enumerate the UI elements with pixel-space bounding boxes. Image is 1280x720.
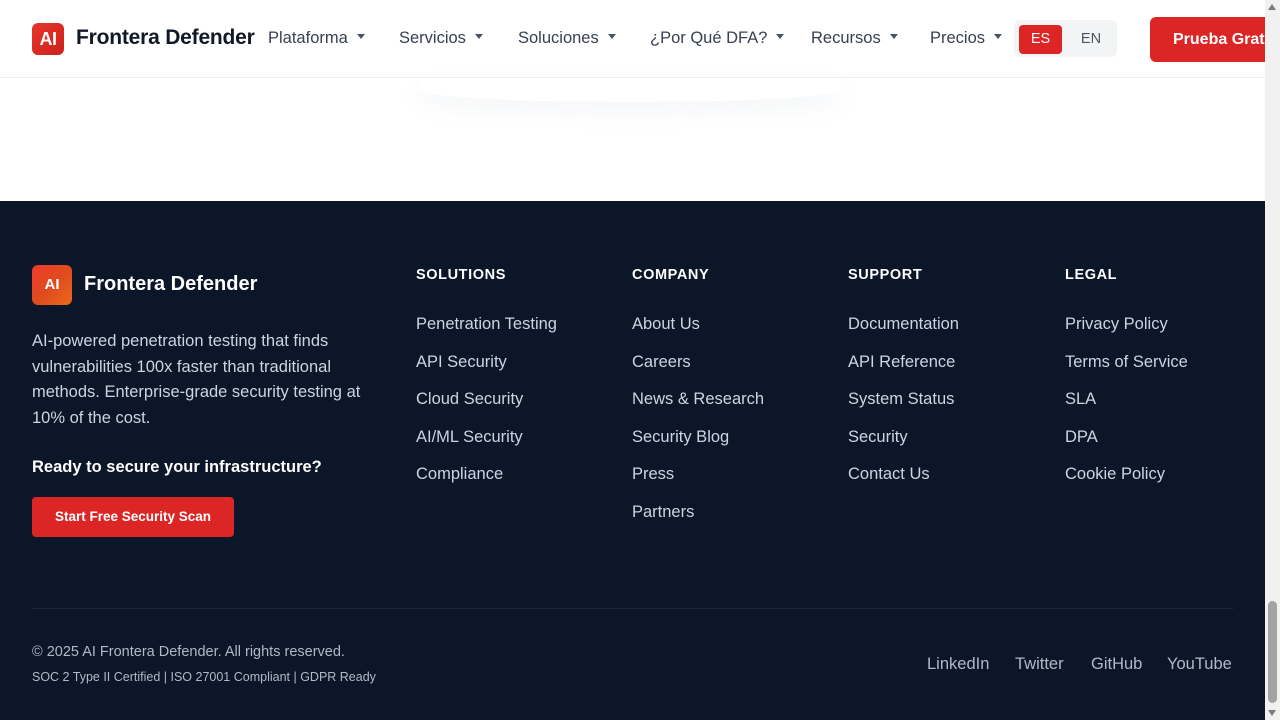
nav-servicios[interactable]: Servicios — [399, 29, 483, 48]
footer-column-solutions: SOLUTIONS Penetration Testing API Securi… — [416, 267, 557, 503]
logo-icon[interactable]: AI — [32, 23, 64, 55]
footer-link-ai-ml-security[interactable]: AI/ML Security — [416, 428, 557, 466]
social-link-twitter[interactable]: Twitter — [1015, 655, 1064, 674]
footer-logo-icon[interactable]: AI — [32, 265, 72, 305]
footer-link-cookie-policy[interactable]: Cookie Policy — [1065, 465, 1188, 503]
nav-label: ¿Por Qué DFA? — [650, 29, 768, 47]
nav-recursos[interactable]: Recursos — [811, 29, 898, 48]
footer-column-legal: LEGAL Privacy Policy Terms of Service SL… — [1065, 267, 1188, 503]
nav-por-que-dfa[interactable]: ¿Por Qué DFA? — [650, 29, 785, 48]
footer-link-about-us[interactable]: About Us — [632, 315, 764, 353]
site-header: AI Frontera Defender Plataforma Servicio… — [0, 0, 1280, 78]
brand-name[interactable]: Frontera Defender — [76, 26, 255, 50]
nav-plataforma[interactable]: Plataforma — [268, 29, 365, 48]
chevron-down-icon — [776, 34, 785, 40]
column-heading: SUPPORT — [848, 267, 923, 283]
chevron-down-icon — [474, 34, 483, 40]
language-switcher: ES EN — [1014, 20, 1117, 57]
social-link-github[interactable]: GitHub — [1091, 655, 1142, 674]
scroll-up-arrow-icon[interactable] — [1268, 4, 1276, 10]
copyright-text: © 2025 AI Frontera Defender. All rights … — [32, 644, 345, 660]
footer-link-careers[interactable]: Careers — [632, 353, 764, 391]
footer-link-compliance[interactable]: Compliance — [416, 465, 557, 503]
footer-link-api-reference[interactable]: API Reference — [848, 353, 959, 391]
footer-link-penetration-testing[interactable]: Penetration Testing — [416, 315, 557, 353]
nav-label: Soluciones — [518, 29, 599, 47]
scroll-down-arrow-icon[interactable] — [1268, 710, 1276, 716]
column-heading: LEGAL — [1065, 267, 1118, 283]
dropdown-shadow — [420, 78, 840, 102]
footer-link-terms-of-service[interactable]: Terms of Service — [1065, 353, 1188, 391]
start-scan-button[interactable]: Start Free Security Scan — [32, 497, 234, 537]
lang-es-button[interactable]: ES — [1019, 25, 1062, 54]
chevron-down-icon — [607, 34, 616, 40]
nav-precios[interactable]: Precios — [930, 29, 1003, 48]
nav-soluciones[interactable]: Soluciones — [518, 29, 616, 48]
footer-link-cloud-security[interactable]: Cloud Security — [416, 390, 557, 428]
footer-link-news-research[interactable]: News & Research — [632, 390, 764, 428]
vertical-scrollbar[interactable] — [1265, 0, 1280, 720]
footer-link-privacy-policy[interactable]: Privacy Policy — [1065, 315, 1188, 353]
footer-link-sla[interactable]: SLA — [1065, 390, 1188, 428]
footer-link-api-security[interactable]: API Security — [416, 353, 557, 391]
column-heading: COMPANY — [632, 267, 710, 283]
column-heading: SOLUTIONS — [416, 267, 506, 283]
nav-label: Plataforma — [268, 29, 348, 47]
certifications-text: SOC 2 Type II Certified | ISO 27001 Comp… — [32, 670, 376, 684]
footer-link-partners[interactable]: Partners — [632, 503, 764, 541]
nav-label: Recursos — [811, 29, 881, 47]
social-link-youtube[interactable]: YouTube — [1167, 655, 1232, 674]
social-link-linkedin[interactable]: LinkedIn — [927, 655, 989, 674]
nav-label: Servicios — [399, 29, 466, 47]
footer-link-documentation[interactable]: Documentation — [848, 315, 959, 353]
chevron-down-icon — [994, 34, 1003, 40]
footer-link-dpa[interactable]: DPA — [1065, 428, 1188, 466]
footer-description: AI-powered penetration testing that find… — [32, 332, 361, 427]
lang-en-button[interactable]: EN — [1069, 25, 1113, 54]
chevron-down-icon — [889, 34, 898, 40]
site-footer: AI Frontera Defender AI-powered penetrat… — [0, 201, 1265, 720]
nav-label: Precios — [930, 29, 986, 47]
footer-divider — [32, 608, 1233, 609]
footer-link-security[interactable]: Security — [848, 428, 959, 466]
free-trial-button[interactable]: Prueba Gratis — [1150, 17, 1280, 62]
footer-link-contact-us[interactable]: Contact Us — [848, 465, 959, 503]
footer-column-company: COMPANY About Us Careers News & Research… — [632, 267, 764, 541]
footer-cta-heading: Ready to secure your infrastructure? — [32, 458, 322, 476]
footer-column-support: SUPPORT Documentation API Reference Syst… — [848, 267, 959, 503]
footer-link-press[interactable]: Press — [632, 465, 764, 503]
scrollbar-thumb[interactable] — [1268, 601, 1277, 703]
footer-link-system-status[interactable]: System Status — [848, 390, 959, 428]
footer-brand-name[interactable]: Frontera Defender — [84, 273, 257, 296]
chevron-down-icon — [356, 34, 365, 40]
footer-link-security-blog[interactable]: Security Blog — [632, 428, 764, 466]
